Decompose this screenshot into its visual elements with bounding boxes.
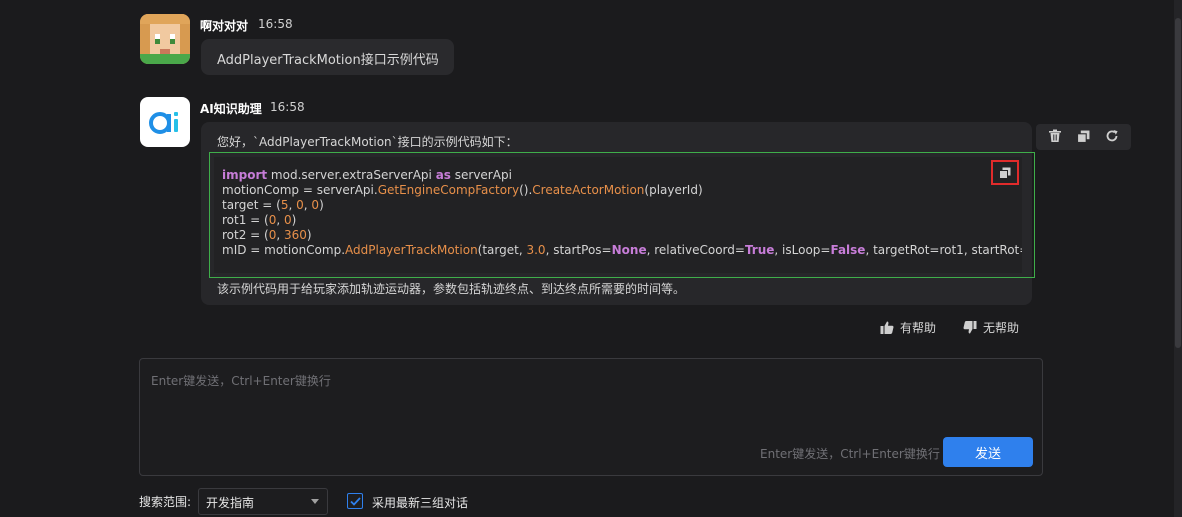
user-message-bubble: AddPlayerTrackMotion接口示例代码 bbox=[201, 39, 454, 75]
helpful-label: 有帮助 bbox=[900, 321, 937, 335]
thumbs-down-icon bbox=[963, 321, 977, 334]
delete-button[interactable] bbox=[1048, 128, 1062, 147]
recent-conversations-label: 采用最新三组对话 bbox=[372, 496, 469, 510]
message-actions bbox=[1036, 124, 1131, 150]
ai-outro-text: 该示例代码用于给玩家添加轨迹运动器，参数包括轨迹终点、到达终点所需要的时间等。 bbox=[217, 282, 686, 296]
code-line-1: import mod.server.extraServerApi as serv… bbox=[222, 168, 512, 182]
code-line-4: rot1 = (0, 0) bbox=[222, 213, 297, 227]
ai-avatar bbox=[140, 97, 190, 147]
user-avatar bbox=[140, 14, 190, 64]
trash-icon bbox=[1048, 129, 1061, 142]
scrollbar-thumb[interactable] bbox=[1175, 18, 1181, 348]
ai-name: AI知识助理 bbox=[200, 102, 262, 116]
ai-message-time: 16:58 bbox=[270, 100, 305, 114]
code-line-2: motionComp = serverApi.GetEngineCompFact… bbox=[222, 183, 703, 197]
refresh-icon bbox=[1106, 129, 1118, 141]
copy-code-button[interactable] bbox=[991, 160, 1019, 185]
copy-message-button[interactable] bbox=[1076, 128, 1090, 147]
helpful-button[interactable]: 有帮助 bbox=[880, 319, 936, 336]
code-line-3: target = (5, 0, 0) bbox=[222, 198, 324, 212]
ai-logo-icon bbox=[149, 112, 178, 134]
check-icon bbox=[349, 496, 361, 506]
copy-icon bbox=[1076, 130, 1090, 143]
user-name: 啊对对对 bbox=[200, 19, 249, 33]
message-input-box: Enter键发送，Ctrl+Enter键换行 发送 bbox=[139, 358, 1043, 476]
search-scope-select[interactable]: 开发指南 bbox=[198, 488, 328, 515]
copy-icon bbox=[999, 167, 1011, 179]
thumbs-up-icon bbox=[880, 321, 894, 334]
search-scope-value: 开发指南 bbox=[206, 496, 255, 510]
unhelpful-label: 无帮助 bbox=[983, 321, 1020, 335]
unhelpful-button[interactable]: 无帮助 bbox=[963, 319, 1019, 336]
recent-conversations-checkbox[interactable] bbox=[347, 493, 363, 509]
code-line-5: rot2 = (0, 360) bbox=[222, 228, 312, 242]
code-line-6: mID = motionComp.AddPlayerTrackMotion(ta… bbox=[222, 243, 1022, 257]
regenerate-button[interactable] bbox=[1105, 128, 1119, 147]
search-scope-label: 搜索范围: bbox=[139, 495, 192, 509]
code-block-inner: import mod.server.extraServerApi as serv… bbox=[214, 157, 1022, 273]
message-input[interactable] bbox=[140, 359, 1042, 429]
send-button[interactable]: 发送 bbox=[943, 437, 1033, 467]
input-hint: Enter键发送，Ctrl+Enter键换行 bbox=[760, 447, 940, 461]
caret-down-icon bbox=[311, 499, 319, 504]
ai-intro-text: 您好，`AddPlayerTrackMotion`接口的示例代码如下： bbox=[217, 135, 518, 149]
code-lines: import mod.server.extraServerApi as serv… bbox=[222, 168, 1022, 258]
page-scrollbar[interactable] bbox=[1174, 0, 1182, 517]
code-block: import mod.server.extraServerApi as serv… bbox=[209, 152, 1035, 278]
user-message-time: 16:58 bbox=[258, 17, 293, 31]
